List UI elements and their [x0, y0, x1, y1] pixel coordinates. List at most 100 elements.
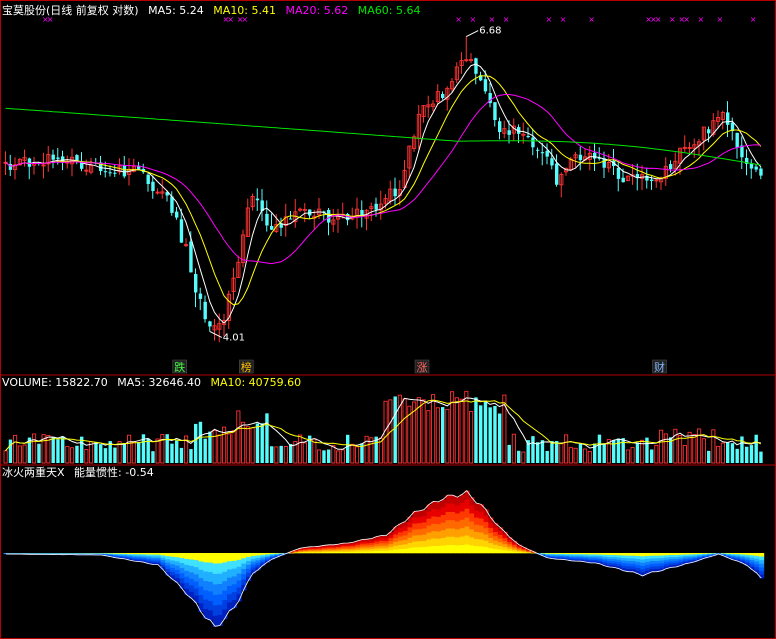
- energy-segment: [640, 562, 646, 567]
- energy-segment: [222, 581, 228, 591]
- volume-bar-down: [507, 444, 511, 463]
- energy-segment: [507, 539, 513, 542]
- energy-segment: [255, 553, 261, 556]
- energy-segment: [374, 550, 380, 554]
- energy-segment: [459, 527, 465, 537]
- energy-segment: [445, 519, 451, 529]
- energy-segment: [469, 497, 475, 506]
- energy-segment: [744, 554, 750, 557]
- energy-segment: [417, 528, 423, 536]
- volume-bar-up: [564, 434, 569, 464]
- volume-bar-up: [568, 447, 573, 464]
- energy-segment: [203, 590, 209, 600]
- energy-segment: [179, 558, 185, 564]
- energy-segment: [184, 576, 190, 583]
- energy-segment: [417, 522, 423, 530]
- energy-segment: [673, 563, 679, 566]
- energy-segment: [255, 555, 261, 559]
- candle-body-down: [27, 158, 32, 167]
- energy-segment: [393, 537, 399, 543]
- energy-segment: [469, 529, 475, 538]
- stock-chart[interactable]: 6.684.01×× ×× ×× × × × × × × × ××× × ×× ×× ×跌榜涨财: [0, 0, 776, 639]
- energy-segment: [208, 581, 214, 592]
- energy-segment: [445, 536, 451, 546]
- energy-segment: [174, 569, 180, 575]
- energy-segment: [402, 526, 408, 531]
- energy-segment: [469, 505, 475, 514]
- energy-segment: [231, 576, 237, 585]
- energy-segment: [208, 610, 214, 621]
- energy-segment: [355, 544, 361, 547]
- energy-segment: [179, 563, 185, 569]
- energy-segment: [426, 539, 432, 547]
- energy-segment: [383, 535, 389, 539]
- volume-bar-up: [583, 448, 588, 464]
- energy-segment: [412, 517, 418, 524]
- energy-segment: [649, 555, 655, 559]
- energy-segment: [412, 511, 418, 518]
- energy-segment: [455, 497, 461, 506]
- energy-segment: [184, 558, 190, 566]
- volume-bar-up: [402, 398, 407, 464]
- energy-segment: [754, 567, 760, 571]
- energy-segment: [744, 553, 750, 556]
- volume-bar-up: [283, 446, 288, 464]
- volume-bar-down: [578, 443, 583, 463]
- energy-segment: [626, 555, 632, 559]
- energy-segment: [236, 559, 242, 568]
- volume-bar-down: [327, 449, 331, 463]
- energy-segment: [630, 561, 636, 565]
- volume-bar-down: [602, 443, 606, 463]
- energy-segment: [412, 535, 418, 542]
- energy-segment: [198, 553, 204, 562]
- energy-segment: [436, 516, 442, 525]
- energy-segment: [488, 532, 494, 539]
- volume-bar-down: [56, 439, 60, 463]
- energy-segment: [478, 525, 484, 533]
- volume-bar-down: [265, 413, 269, 463]
- energy-segment: [450, 528, 456, 537]
- energy-segment: [664, 553, 670, 556]
- energy-segment: [445, 503, 451, 512]
- volume-bar-up: [245, 426, 250, 464]
- energy-segment: [165, 559, 171, 563]
- energy-segment: [659, 560, 665, 564]
- energy-segment: [744, 556, 750, 559]
- energy-segment: [630, 553, 636, 556]
- energy-segment: [668, 553, 674, 556]
- volume-bar-up: [22, 444, 27, 464]
- volume-bar-down: [137, 442, 141, 463]
- candle-body-down: [578, 154, 583, 161]
- energy-segment: [678, 556, 684, 559]
- energy-segment: [402, 548, 408, 554]
- candle-body-down: [151, 181, 155, 192]
- energy-segment: [379, 543, 385, 546]
- energy-segment: [179, 553, 185, 559]
- signal-mark: ×: [546, 15, 553, 24]
- energy-segment: [388, 546, 394, 551]
- energy-segment: [174, 578, 180, 583]
- energy-segment: [488, 542, 494, 549]
- energy-segment: [383, 545, 389, 549]
- energy-segment: [374, 548, 380, 551]
- energy-segment: [160, 555, 166, 558]
- volume-bar-down: [545, 450, 549, 463]
- energy-segment: [459, 544, 465, 554]
- energy-segment: [355, 551, 361, 554]
- energy-segment: [255, 565, 261, 568]
- energy-segment: [426, 546, 432, 554]
- candle-body-down: [208, 321, 212, 327]
- energy-segment: [621, 555, 627, 559]
- volume-bar-down: [759, 451, 763, 463]
- candlestick-series: [3, 36, 763, 343]
- candle-body-down: [707, 129, 711, 134]
- ma10-line: [5, 75, 762, 306]
- energy-segment: [640, 559, 646, 564]
- energy-segment: [611, 563, 617, 566]
- energy-segment: [426, 525, 432, 533]
- candle-body-down: [754, 166, 758, 170]
- signal-mark: ×: [503, 15, 510, 24]
- volume-bar-up: [421, 399, 426, 464]
- energy-segment: [673, 559, 679, 562]
- energy-segment: [227, 569, 233, 579]
